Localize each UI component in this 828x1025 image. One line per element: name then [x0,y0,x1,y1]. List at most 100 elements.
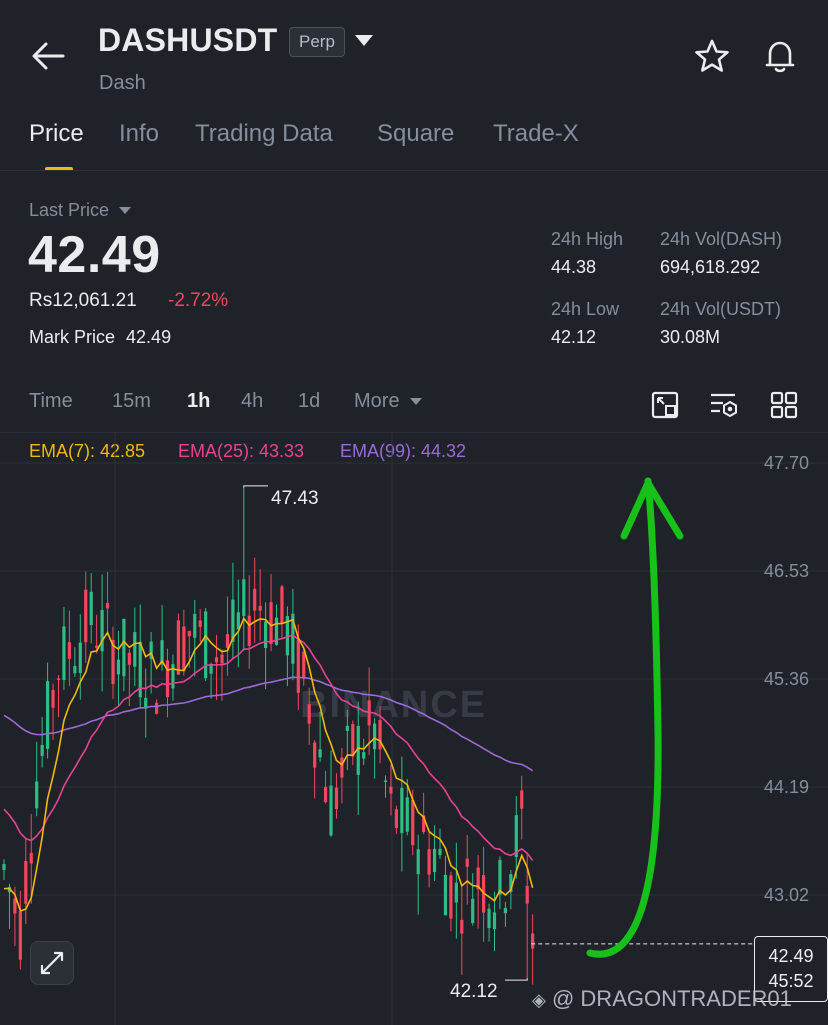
interval-more-label: More [354,390,400,412]
y-tick: 43.02 [764,885,810,905]
candle-body [438,848,442,856]
diamond-logo-icon: ◈ [532,990,546,1010]
candle-body [105,602,110,609]
candle-body [383,780,388,782]
candle-body [89,591,93,626]
last-price-label[interactable]: Last Price [29,200,132,221]
tab-price[interactable]: Price [29,120,84,148]
candlestick-chart[interactable]: BINANCE [0,433,828,1025]
candle-body [84,589,88,643]
candle-body [242,579,246,617]
candle-body [253,588,257,611]
candle-body [127,652,131,665]
candle-body [40,744,44,756]
ema-lines [3,616,534,912]
candle-body [492,912,497,930]
candle-body [345,725,349,731]
candle-body [176,620,180,675]
candle-body [454,882,458,903]
candle-body [531,933,535,949]
perp-badge: Perp [289,27,345,57]
indicator-settings-icon[interactable] [709,391,739,419]
candle-body [525,885,529,904]
candle-body [122,618,126,677]
candle-body [313,742,317,768]
candle-body [56,678,61,680]
candle-body [400,787,404,834]
annotation-up-arrow [586,477,662,958]
caret-down-icon [410,397,423,405]
y-tick: 44.19 [764,777,810,797]
tab-square[interactable]: Square [377,120,454,148]
interval-more[interactable]: More [354,390,423,413]
interval-15m[interactable]: 15m [112,390,151,413]
candle-body [443,874,448,916]
symbol-subtitle: Dash [99,72,146,94]
candle-body [351,724,355,757]
symbol-dropdown-icon[interactable] [354,34,374,48]
vol-quote-value: 30.08M [660,327,721,347]
expand-chart-button[interactable] [30,941,74,985]
tab-bar: Price Info Trading Data Square Trade-X [0,120,828,171]
candle-body [449,875,453,919]
candle-body [198,620,202,627]
chart-fullscreen-icon[interactable] [651,391,679,419]
low-value: 42.12 [551,327,597,347]
back-arrow-icon[interactable] [30,40,66,72]
candle-body [46,681,50,749]
candle-body [323,787,328,803]
high-label: 24h High [551,229,624,249]
candle-body [133,632,137,667]
candle-body [471,898,475,923]
candle-body [13,898,17,914]
bell-icon[interactable] [762,38,798,74]
interval-4h[interactable]: 4h [241,390,263,413]
candle-body [51,689,55,708]
candle-body [165,660,170,698]
max-marker-line [243,485,268,488]
candle-body [78,642,82,673]
candle-body [503,907,507,914]
star-icon[interactable] [694,39,730,73]
candle-body [302,651,306,679]
low-label: 24h Low [551,299,620,319]
candle-body [220,654,224,664]
candle-body [362,752,366,759]
interval-1d[interactable]: 1d [298,390,320,413]
min-marker-line [505,978,528,981]
interval-time[interactable]: Time [29,390,73,413]
candle-body [520,790,524,809]
tabs-divider [0,170,828,171]
candle-body [373,723,377,750]
caret-down-icon [119,207,132,215]
grid-layout-icon[interactable] [770,391,798,419]
vol-quote-label: 24h Vol(USDT) [660,299,782,319]
mark-price-label: Mark Price [29,327,116,347]
current-price-value: 42.49 [768,946,814,966]
candle-body [405,797,409,832]
candle-body [187,630,191,637]
candle-body [225,634,230,648]
high-value: 44.38 [551,257,597,277]
candle-body [340,757,344,778]
candle-body [378,720,382,750]
candle-body [214,657,219,663]
candle-body [67,642,71,659]
tab-info[interactable]: Info [119,120,159,148]
candle-body [204,611,208,679]
candle-body [318,749,322,758]
ema25-line [3,634,534,861]
interval-1h[interactable]: 1h [187,390,210,413]
candle-body [498,860,502,895]
candle-body [416,849,420,875]
candle-body [2,864,6,870]
candle-body [487,908,491,929]
tab-trade-x[interactable]: Trade-X [493,120,579,148]
tab-trading-data[interactable]: Trading Data [195,120,333,148]
mark-price-row: Mark Price 42.49 [29,327,171,348]
candle-body [155,702,159,714]
symbol-title[interactable]: DASHUSDT [98,22,277,59]
candle-body [182,626,186,672]
credit-text: @ DRAGONTRADER01 [551,986,792,1011]
candle-body [411,799,415,846]
